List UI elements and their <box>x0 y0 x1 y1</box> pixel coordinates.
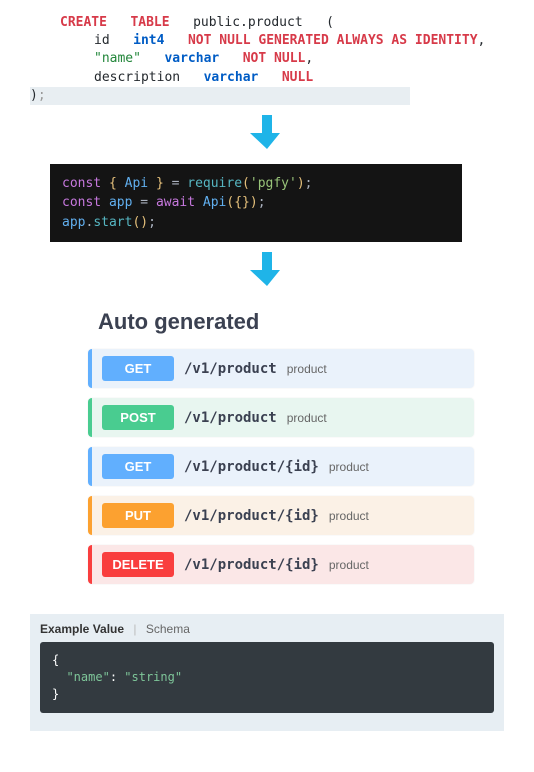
paren-close-js1: ) <box>297 176 305 191</box>
ident-api2: Api <box>203 195 226 210</box>
op-row-delete[interactable]: DELETE/v1/product/{id} product <box>88 545 474 584</box>
ident-api: Api <box>125 176 148 191</box>
json-key-name: "name" <box>66 670 109 684</box>
tab-separator: | <box>133 622 136 636</box>
col-id: id <box>94 33 110 48</box>
endpoint-tag: product <box>329 558 369 572</box>
ident-app1: app <box>109 195 132 210</box>
str-pgfy: 'pgfy' <box>250 176 297 191</box>
endpoint-path: /v1/product/{id} <box>184 557 319 573</box>
endpoint-path: /v1/product <box>184 410 277 426</box>
semi-js2: ; <box>258 195 266 210</box>
endpoint-path: /v1/product/{id} <box>184 459 319 475</box>
op-eq2: = <box>140 195 148 210</box>
op-row-put[interactable]: PUT/v1/product/{id} product <box>88 496 474 535</box>
json-close: } <box>52 686 482 703</box>
paren-open-js1: ( <box>242 176 250 191</box>
endpoint-path: /v1/product/{id} <box>184 508 319 524</box>
json-val-string: "string" <box>124 670 182 684</box>
type-varchar1: varchar <box>164 51 219 66</box>
col-name-constraints: NOT NULL <box>243 51 306 66</box>
endpoint-tag: product <box>329 509 369 523</box>
ident-app2: app <box>62 215 85 230</box>
col-id-constraints: NOT NULL GENERATED ALWAYS AS IDENTITY <box>188 33 478 48</box>
op-eq1: = <box>172 176 180 191</box>
kw-const2: const <box>62 195 101 210</box>
semi-js3: ; <box>148 215 156 230</box>
js-code-block: const { Api } = require('pgfy'); const a… <box>50 164 462 243</box>
endpoint-path: /v1/product <box>184 361 277 377</box>
obj-lit: {} <box>234 195 250 210</box>
op-row-get[interactable]: GET/v1/product/{id} product <box>88 447 474 486</box>
paren-open: ( <box>326 15 334 30</box>
example-block: Example Value | Schema { "name": "string… <box>30 614 504 730</box>
method-badge: PUT <box>102 503 174 528</box>
paren-close-js2: ) <box>250 195 258 210</box>
semicolon: ; <box>38 88 46 103</box>
col-desc: description <box>94 70 180 85</box>
op-row-get[interactable]: GET/v1/product product <box>88 349 474 388</box>
brace-open: { <box>109 176 117 191</box>
swagger-panel: Auto generated GET/v1/productproductPOST… <box>88 301 474 584</box>
col-desc-constraints: NULL <box>282 70 313 85</box>
fn-require: require <box>187 176 242 191</box>
endpoint-tag: product <box>287 411 327 425</box>
kw-await: await <box>156 195 195 210</box>
sql-code-block: CREATE TABLE public.product ( id int4 NO… <box>30 14 504 105</box>
json-open: { <box>52 652 482 669</box>
arrow-down-2 <box>30 250 504 293</box>
table-ident: public.product <box>193 15 303 30</box>
example-json: { "name": "string" } <box>40 642 494 712</box>
comma: , <box>478 33 486 48</box>
op-row-post[interactable]: POST/v1/product product <box>88 398 474 437</box>
endpoint-tag: product <box>287 362 327 376</box>
semi-js1: ; <box>305 176 313 191</box>
type-int4: int4 <box>133 33 164 48</box>
comma2: , <box>305 51 313 66</box>
col-name: "name" <box>94 51 141 66</box>
fn-start: start <box>93 215 132 230</box>
kw-create: CREATE <box>60 15 107 30</box>
type-varchar2: varchar <box>204 70 259 85</box>
kw-const1: const <box>62 176 101 191</box>
method-badge: GET <box>102 356 174 381</box>
method-badge: DELETE <box>102 552 174 577</box>
swagger-title: Auto generated <box>88 301 474 349</box>
method-badge: POST <box>102 405 174 430</box>
brace-close: } <box>156 176 164 191</box>
paren-close: ) <box>30 88 38 103</box>
json-colon: : <box>110 670 124 684</box>
method-badge: GET <box>102 454 174 479</box>
arrow-down-1 <box>30 113 504 156</box>
kw-table: TABLE <box>130 15 169 30</box>
example-tabs: Example Value | Schema <box>40 622 494 642</box>
tab-example-value[interactable]: Example Value <box>40 622 124 636</box>
tab-schema[interactable]: Schema <box>146 622 190 636</box>
empty-call: () <box>132 215 148 230</box>
endpoint-tag: product <box>329 460 369 474</box>
